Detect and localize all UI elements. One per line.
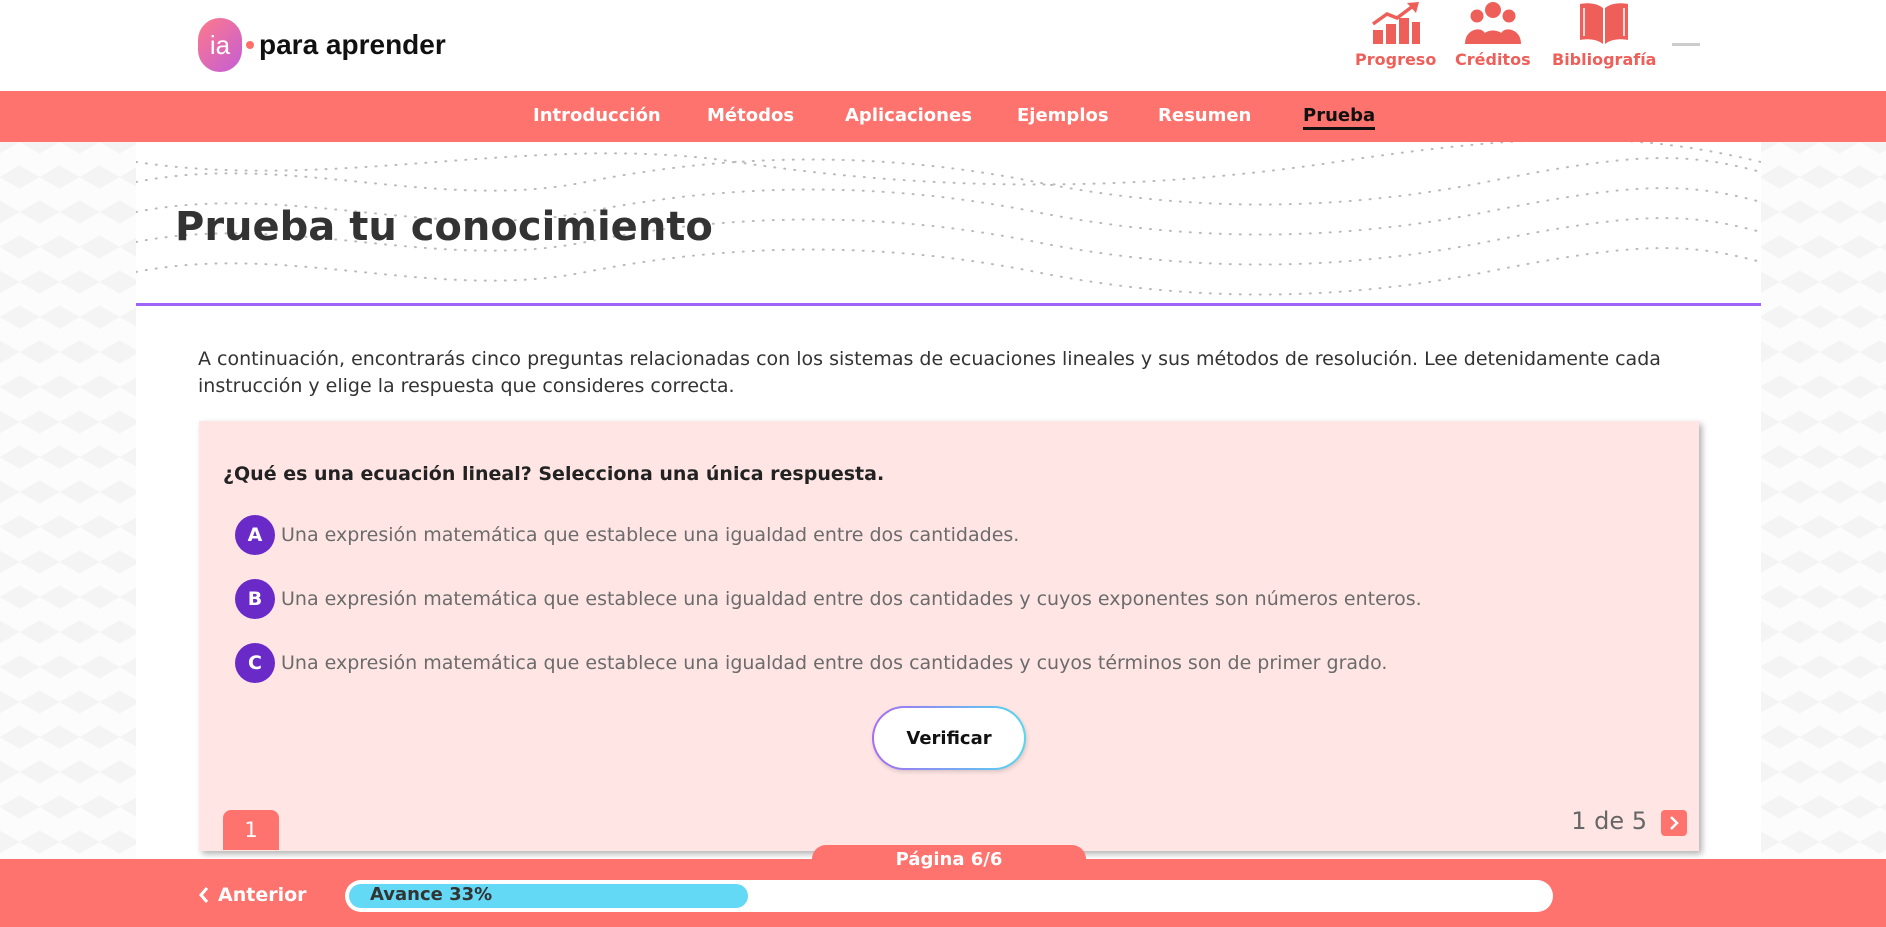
- header: ia para aprender Progreso Créditos Bibli…: [0, 0, 1886, 91]
- main-content: A continuación, encontrarás cinco pregun…: [136, 306, 1761, 859]
- question-counter: 1 de 5: [1571, 807, 1647, 835]
- logo-text: para aprender: [259, 29, 446, 60]
- option-letter: C: [235, 643, 275, 683]
- option-letter: A: [235, 515, 275, 555]
- option-b[interactable]: B Una expresión matemática que establece…: [235, 579, 1422, 619]
- tab-metodos[interactable]: Métodos: [707, 105, 794, 126]
- question-text: ¿Qué es una ecuación lineal? Selecciona …: [223, 463, 885, 485]
- book-icon: [1580, 3, 1629, 45]
- tab-introduccion[interactable]: Introducción: [533, 105, 661, 126]
- title-band: Prueba tu conocimiento: [136, 142, 1761, 306]
- tab-ejemplos[interactable]: Ejemplos: [1017, 105, 1109, 126]
- progress-label: Progreso: [1355, 50, 1437, 69]
- option-letter: B: [235, 579, 275, 619]
- logo-dot: [246, 41, 254, 49]
- people-icon: [1464, 2, 1521, 44]
- credits-button[interactable]: Créditos: [1455, 0, 1531, 69]
- progress-label: Avance 33%: [370, 884, 493, 905]
- bibliography-button[interactable]: Bibliografía: [1552, 0, 1656, 69]
- logo-badge: ia: [198, 18, 242, 72]
- chevron-left-icon: [199, 887, 209, 903]
- logo[interactable]: ia para aprender: [198, 18, 446, 72]
- previous-button[interactable]: Anterior: [198, 884, 307, 906]
- bibliography-label: Bibliografía: [1552, 50, 1657, 69]
- page-title: Prueba tu conocimiento: [175, 204, 713, 250]
- progress-button[interactable]: Progreso: [1355, 0, 1436, 69]
- main-nav: Introducción Métodos Aplicaciones Ejempl…: [0, 91, 1886, 142]
- next-question-button[interactable]: [1661, 810, 1687, 836]
- intro-text: A continuación, encontrarás cinco pregun…: [198, 348, 1661, 397]
- option-text: Una expresión matemática que establece u…: [281, 652, 1388, 674]
- page-indicator: Página 6/6: [812, 845, 1086, 873]
- credits-label: Créditos: [1455, 50, 1531, 69]
- question-number-badge: 1: [223, 810, 279, 850]
- chevron-right-icon: [1670, 816, 1679, 830]
- tab-resumen[interactable]: Resumen: [1158, 105, 1251, 126]
- progress-bar: Avance 33%: [345, 880, 1553, 912]
- quiz-card: ¿Qué es una ecuación lineal? Selecciona …: [199, 421, 1699, 851]
- chart-up-icon: [1371, 2, 1420, 44]
- menu-dash[interactable]: [1672, 43, 1700, 46]
- option-c[interactable]: C Una expresión matemática que establece…: [235, 643, 1387, 683]
- tab-prueba[interactable]: Prueba: [1303, 105, 1376, 130]
- previous-label: Anterior: [218, 884, 307, 906]
- verify-button[interactable]: Verificar: [872, 706, 1026, 770]
- option-text: Una expresión matemática que establece u…: [281, 588, 1422, 610]
- option-text: Una expresión matemática que establece u…: [281, 524, 1020, 546]
- option-a[interactable]: A Una expresión matemática que establece…: [235, 515, 1019, 555]
- tab-aplicaciones[interactable]: Aplicaciones: [845, 105, 972, 126]
